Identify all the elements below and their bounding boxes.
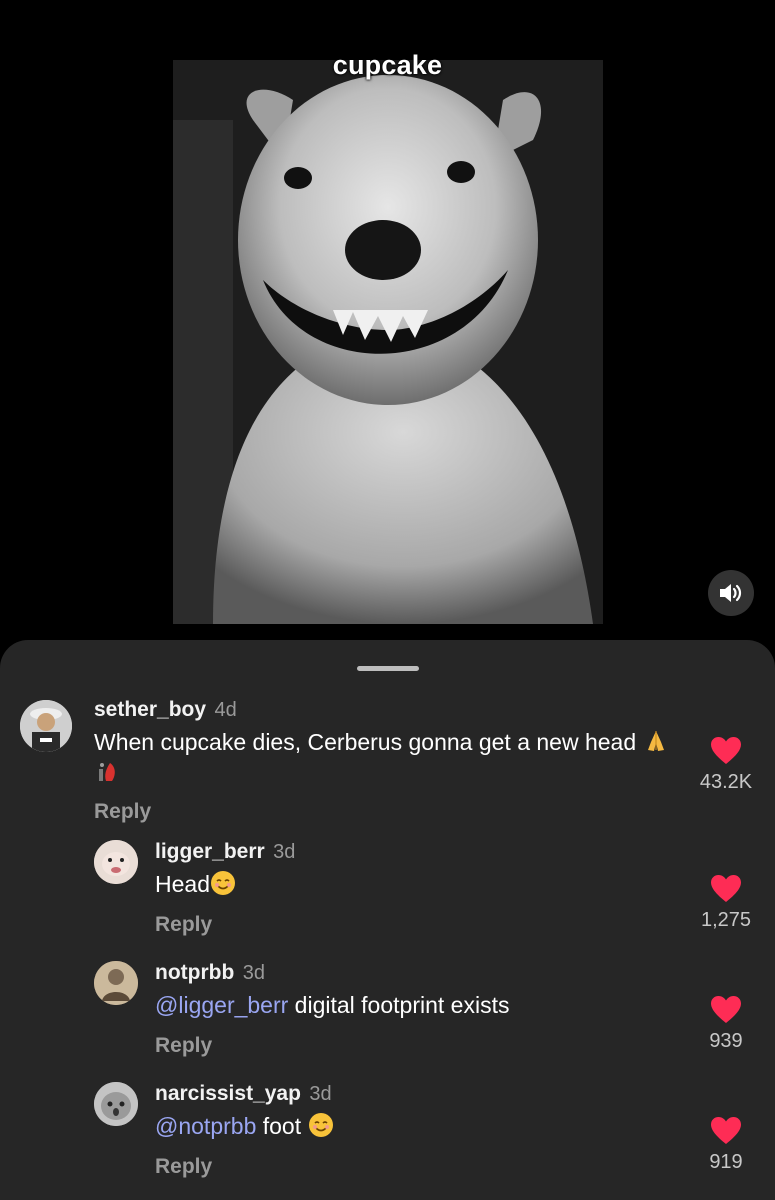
- like-count: 43.2K: [699, 771, 753, 793]
- reply-button[interactable]: Reply: [94, 800, 674, 824]
- dog-image: [173, 60, 603, 624]
- video-frame: [173, 60, 603, 624]
- reply-button[interactable]: Reply: [155, 1155, 675, 1179]
- speaker-volume-icon: [720, 584, 742, 602]
- comments-sheet: sether_boy 4d When cupcake dies, Cerberu…: [0, 640, 775, 1200]
- video-caption: cupcake: [332, 50, 443, 80]
- heart-icon: [711, 737, 741, 764]
- comment-time: 3d: [309, 1083, 332, 1105]
- like-button[interactable]: 919: [690, 1116, 762, 1174]
- comment-username[interactable]: ligger_berr: [155, 840, 265, 863]
- smiling-face-emoji: [308, 1113, 333, 1137]
- folded-hands-emoji: [647, 731, 664, 751]
- avatar[interactable]: [94, 961, 138, 1005]
- comment-time: 3d: [273, 841, 296, 863]
- heart-icon: [711, 996, 741, 1023]
- heart-icon: [711, 875, 741, 902]
- comment-text-body: When cupcake dies, Cerberus gonna get a …: [94, 729, 637, 755]
- like-count: 919: [709, 1151, 743, 1173]
- drag-handle[interactable]: [357, 666, 419, 671]
- sound-button[interactable]: [708, 570, 754, 616]
- comment-time: 4d: [214, 699, 237, 721]
- comment-username[interactable]: notprbb: [155, 961, 234, 984]
- comment-text: @notprbb foot: [155, 1112, 675, 1141]
- like-count: 1,275: [700, 909, 752, 931]
- mention-link[interactable]: @ligger_berr: [155, 992, 288, 1018]
- like-button[interactable]: 43.2K: [690, 736, 762, 794]
- reply-button[interactable]: Reply: [155, 1034, 675, 1058]
- comment-text-body: foot: [256, 1113, 308, 1139]
- comment-text-body: digital footprint exists: [288, 992, 510, 1018]
- comment-username[interactable]: narcissist_yap: [155, 1082, 301, 1105]
- mention-link[interactable]: @notprbb: [155, 1113, 256, 1139]
- comment-text: Head: [155, 870, 655, 899]
- smiling-face-emoji: [210, 871, 235, 895]
- comment-text-body: Head: [155, 871, 210, 897]
- reply-button[interactable]: Reply: [155, 913, 655, 937]
- comment-username[interactable]: sether_boy: [94, 698, 206, 721]
- comment-time: 3d: [242, 962, 266, 984]
- like-count: 939: [709, 1030, 743, 1052]
- like-button[interactable]: 1,275: [690, 874, 762, 932]
- avatar[interactable]: [94, 840, 138, 884]
- avatar[interactable]: [94, 1082, 138, 1126]
- video-player[interactable]: cupcake: [0, 0, 775, 650]
- avatar[interactable]: [20, 700, 72, 752]
- like-button[interactable]: 939: [690, 995, 762, 1053]
- comment-text: @ligger_berr digital footprint exists: [155, 991, 675, 1020]
- dog-fire-emoji: [99, 763, 115, 781]
- heart-icon: [711, 1117, 741, 1144]
- comment-text: When cupcake dies, Cerberus gonna get a …: [94, 728, 674, 786]
